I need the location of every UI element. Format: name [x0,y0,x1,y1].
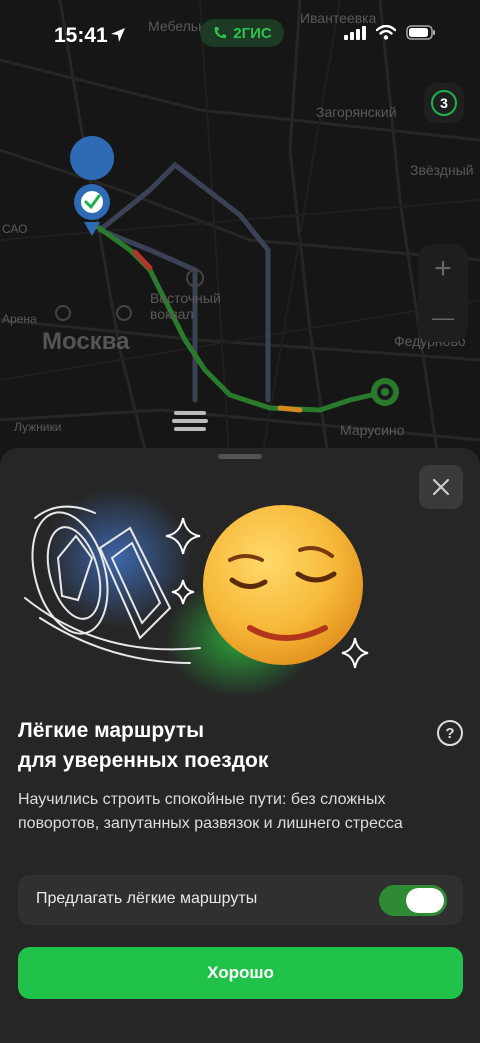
map-label: САО [2,222,28,236]
app-badge-label: 2ГИС [233,24,272,42]
map-label: Загорянский [316,104,397,120]
easy-routes-toggle[interactable] [379,885,447,916]
app-return-pill[interactable]: 2ГИС [200,19,284,47]
easy-routes-setting: Предлагать лёгкие маршруты [18,875,463,925]
status-bar: 15:41 2ГИС [0,0,480,70]
battery-icon [406,25,435,40]
easy-routes-toggle-label: Предлагать лёгкие маршруты [36,890,258,907]
route-count-badge[interactable]: 3 [424,83,464,123]
zoom-control: + — [418,244,468,342]
status-time: 15:41 [54,24,108,47]
destination-marker-icon [371,378,399,406]
signal-icon [344,25,366,40]
toggle-knob [406,888,444,913]
map-roads [0,0,480,470]
map-label: Арена [2,312,37,326]
route-count: 3 [431,90,457,116]
layers-icon[interactable] [170,408,210,434]
map-label-city: Москва [42,328,130,355]
zoom-out-button[interactable]: — [418,293,468,342]
promo-title: Лёгкие маршруты для уверенных поездок [18,716,418,776]
promo-bottom-sheet: Лёгкие маршруты для уверенных поездок ? … [0,448,480,1043]
map-label: Марусино [340,422,405,438]
ok-button[interactable]: Хорошо [18,947,463,999]
sheet-grabber[interactable] [218,454,262,459]
map-view[interactable]: Мебельной фабрики Ивантеевка Загорянский… [0,0,480,470]
promo-title-line: Лёгкие маршруты [18,719,205,742]
wifi-icon [376,25,396,40]
help-button[interactable]: ? [437,720,463,746]
phone-icon [214,27,227,39]
promo-description: Научились строить спокойные пути: без сл… [18,791,403,832]
map-label: Лужники [14,420,62,434]
zoom-in-button[interactable]: + [418,244,468,293]
relaxed-emoji-illustration [24,488,369,698]
status-icons [344,25,436,40]
location-arrow-icon [111,28,125,42]
promo-title-line: для уверенных поездок [18,749,269,772]
map-label: Восточный вокзал [150,290,221,322]
map-label: Звёздный [410,162,474,178]
